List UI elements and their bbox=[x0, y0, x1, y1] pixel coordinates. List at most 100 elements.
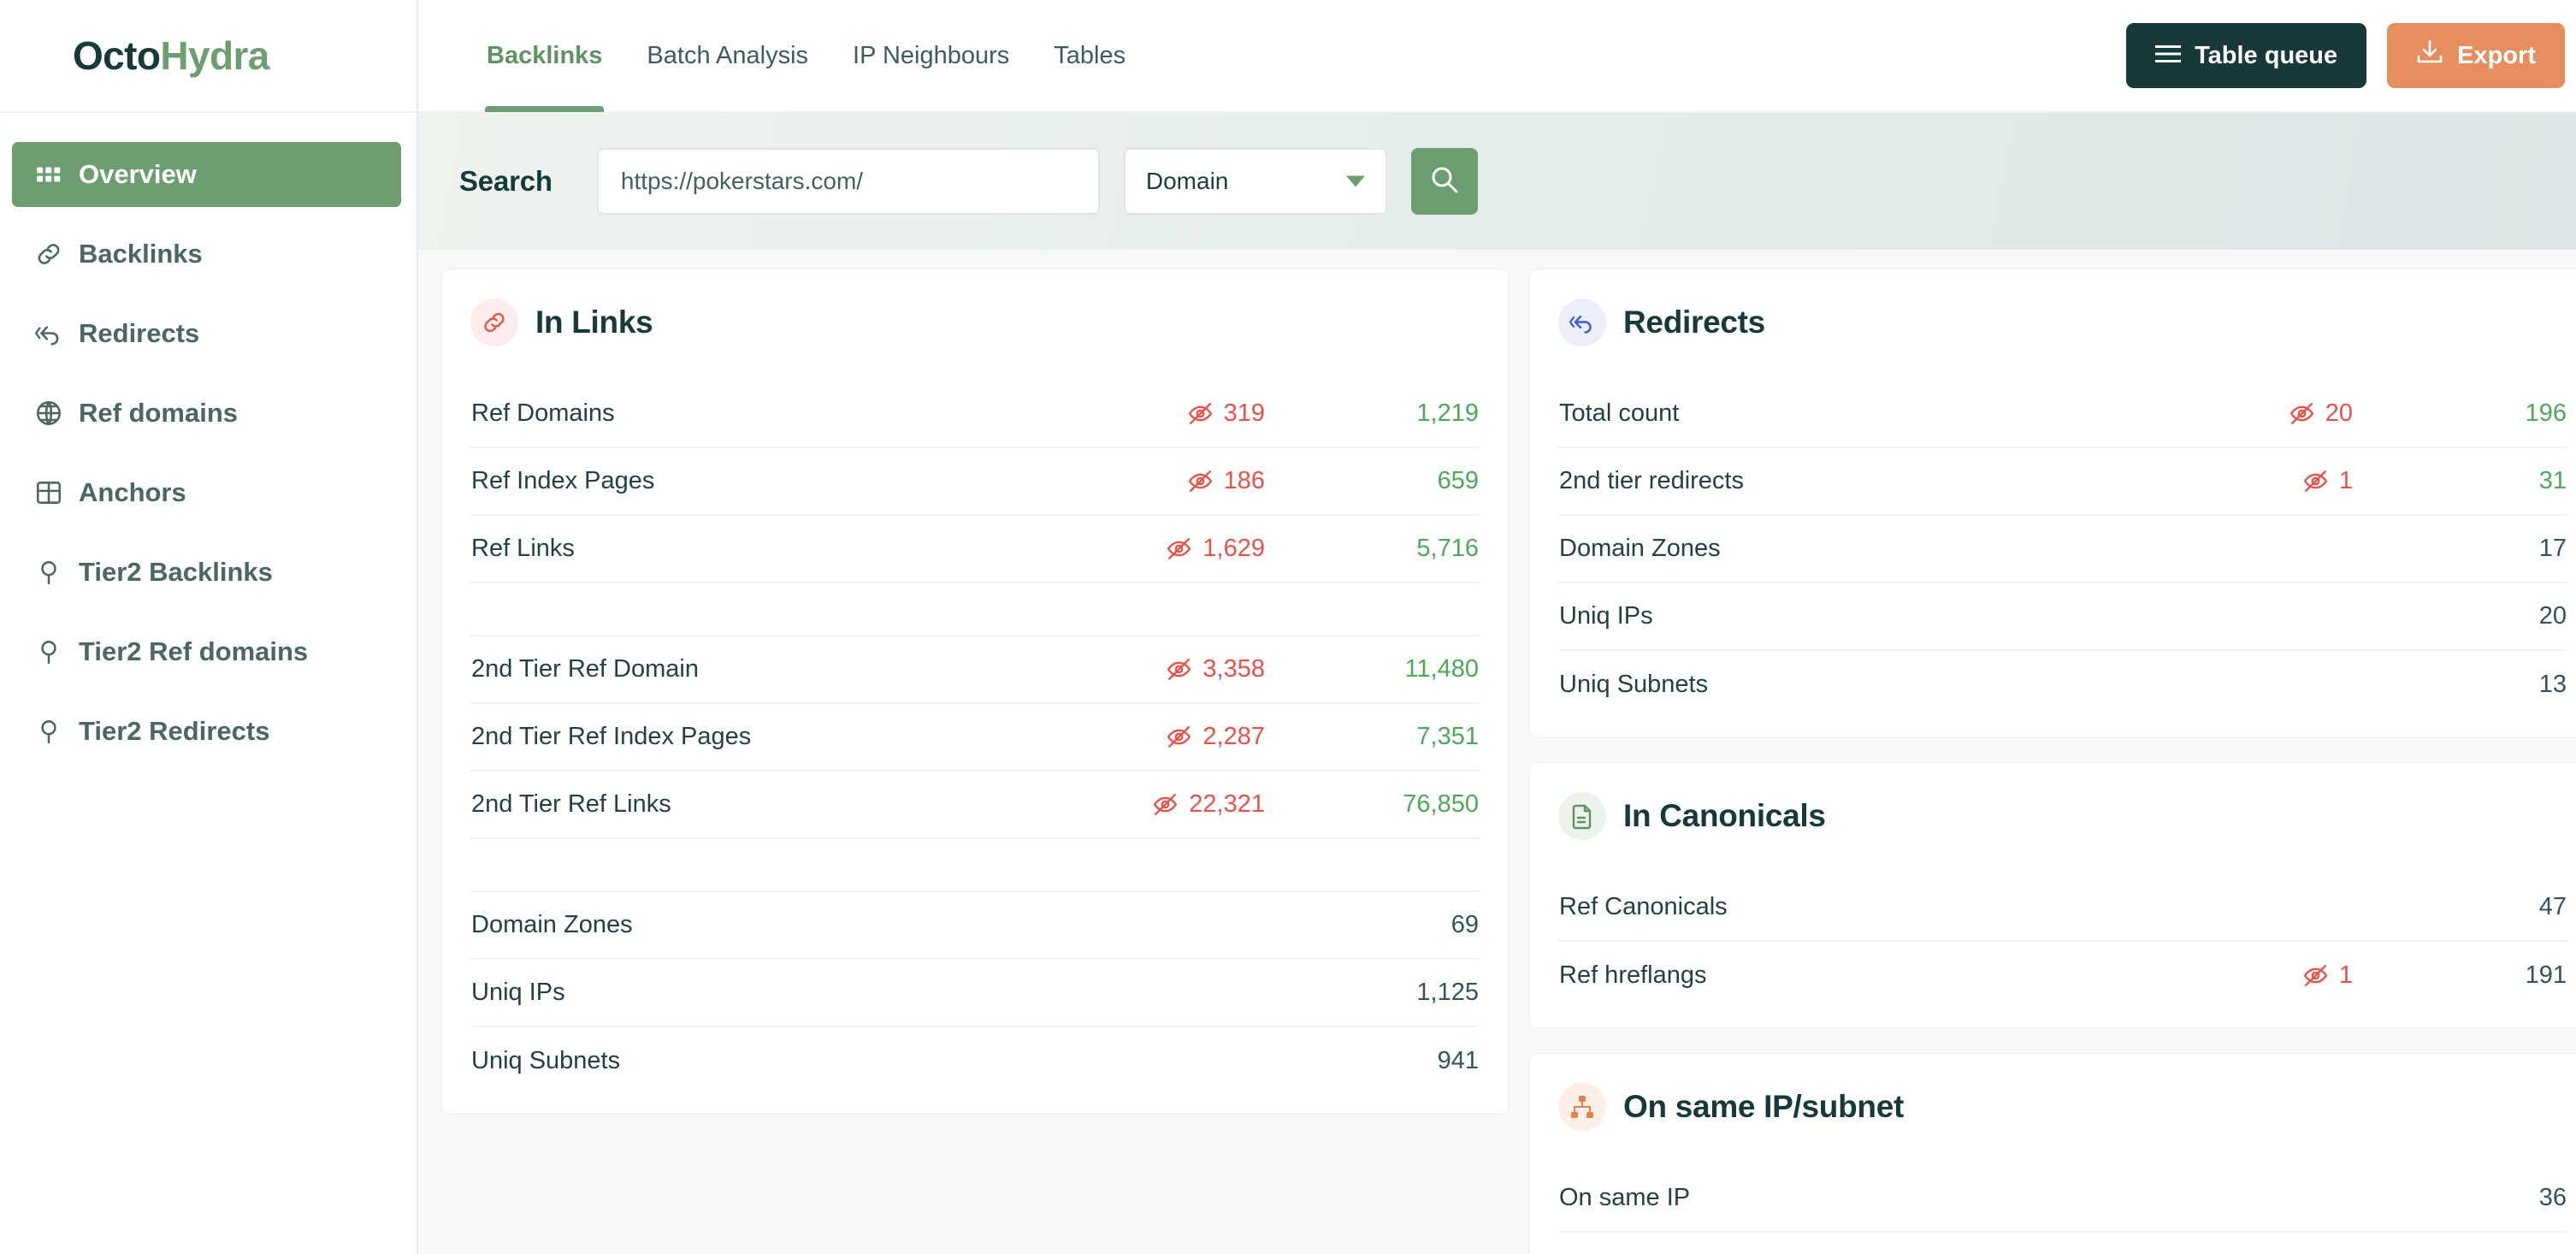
metric-hidden-group: 1 bbox=[2096, 961, 2353, 990]
table-queue-label: Table queue bbox=[2195, 41, 2338, 69]
metric-value: 659 bbox=[1437, 467, 1479, 494]
sidebar-item-label: Anchors bbox=[79, 477, 186, 507]
document-icon bbox=[1558, 792, 1606, 840]
card-in-canonicals: In Canonicals Ref Canonicals 47 Ref hreflan… bbox=[1529, 762, 2576, 1029]
sidebar-item-label: Tier2 Ref domains bbox=[79, 636, 309, 666]
main-area: Backlinks Batch Analysis IP Neighbours Tabl… bbox=[418, 0, 2576, 1254]
export-label: Export bbox=[2457, 41, 2536, 69]
app-root: OctoHydra Overview Backlinks Redirects Ref … bbox=[0, 0, 2576, 1254]
tab-batch-analysis[interactable]: Batch Analysis bbox=[624, 0, 830, 112]
metric-row: Ref Domains 319 1,219 bbox=[470, 381, 1480, 448]
metric-value: 76,850 bbox=[1403, 790, 1479, 818]
logo-part-two: Hydra bbox=[160, 33, 269, 78]
metric-value: 941 bbox=[1437, 1047, 1479, 1074]
card-in-links: In Links Ref Domains 319 1,219 Ref Index Pag… bbox=[441, 269, 1509, 1115]
tab-bar: Backlinks Batch Analysis IP Neighbours Tabl… bbox=[464, 0, 1148, 112]
metric-hidden-group: 186 bbox=[1008, 467, 1265, 495]
eye-slash-icon bbox=[1186, 399, 1214, 428]
metric-row: Ref Index Pages 186 659 bbox=[470, 448, 1480, 516]
card-rows: On same IP 36 On same IP subnet193,118 bbox=[1558, 1165, 2567, 1254]
hidden-count: 319 bbox=[1223, 399, 1265, 427]
card-rows: Ref Canonicals 47 Ref hreflangs 1 191 bbox=[1558, 874, 2567, 1009]
metric-row: Ref hreflangs 1 191 bbox=[1558, 942, 2567, 1009]
sidebar-item-backlinks[interactable]: Backlinks bbox=[0, 222, 417, 287]
metric-row: Uniq IPs 20 bbox=[1558, 583, 2567, 651]
sidebar-item-overview[interactable]: Overview bbox=[12, 142, 401, 207]
metric-label: Uniq Subnets bbox=[471, 1047, 621, 1074]
table-icon bbox=[34, 478, 63, 507]
search-icon bbox=[1429, 164, 1460, 199]
redirect-icon bbox=[34, 319, 63, 348]
tab-backlinks[interactable]: Backlinks bbox=[464, 0, 624, 112]
metric-label: 2nd Tier Ref Links bbox=[471, 790, 671, 818]
metric-row: Ref Links 1,629 5,716 bbox=[470, 516, 1480, 583]
table-queue-button[interactable]: Table queue bbox=[2126, 23, 2367, 88]
metric-label: 2nd tier redirects bbox=[1559, 467, 1744, 494]
search-input-value: https://pokerstars.com/ bbox=[620, 168, 864, 194]
tab-label: Batch Analysis bbox=[647, 41, 809, 69]
sitemap-icon bbox=[1558, 1083, 1606, 1131]
eye-slash-icon bbox=[2301, 961, 2330, 990]
metric-hidden-group: 319 bbox=[1008, 399, 1265, 428]
hidden-count: 186 bbox=[1223, 467, 1265, 494]
right-column: Redirects Total count 20 196 2nd tier redire… bbox=[1529, 269, 2576, 1254]
chevron-down-icon bbox=[1345, 175, 1365, 187]
sidebar-item-tier2-redirects[interactable]: Tier2 Redirects bbox=[0, 699, 417, 764]
sidebar-item-label: Backlinks bbox=[79, 239, 203, 269]
sidebar-item-redirects[interactable]: Redirects bbox=[0, 301, 417, 366]
eye-slash-icon bbox=[1186, 467, 1214, 495]
metric-row: 2nd Tier Ref Links 22,321 76,850 bbox=[470, 772, 1480, 839]
content-area: In Links Ref Domains 319 1,219 Ref Index Pag… bbox=[418, 250, 2576, 1254]
search-input[interactable]: https://pokerstars.com/ bbox=[596, 148, 1100, 215]
eye-slash-icon bbox=[1151, 790, 1179, 819]
metric-row: Uniq Subnets 941 bbox=[470, 1027, 1480, 1095]
metric-row: Domain Zones 17 bbox=[1558, 516, 2567, 583]
metric-row: 2nd tier redirects 1 31 bbox=[1558, 448, 2567, 516]
logo[interactable]: OctoHydra bbox=[0, 0, 417, 113]
metric-row: 2nd Tier Ref Domain 3,358 11,480 bbox=[470, 636, 1480, 704]
hidden-count: 1,629 bbox=[1202, 535, 1265, 562]
tab-label: Tables bbox=[1054, 41, 1126, 69]
metric-label: 2nd Tier Ref Index Pages bbox=[471, 723, 752, 750]
sidebar-item-ref-domains[interactable]: Ref domains bbox=[0, 381, 417, 446]
hidden-count: 1 bbox=[2338, 961, 2353, 989]
tab-ip-neighbours[interactable]: IP Neighbours bbox=[830, 0, 1031, 112]
card-title: On same IP/subnet bbox=[1623, 1089, 1904, 1124]
hamburger-icon bbox=[2155, 42, 2182, 70]
card-rows: Total count 20 196 2nd tier redirects 1 31 Dom… bbox=[1558, 381, 2567, 719]
tab-tables[interactable]: Tables bbox=[1031, 0, 1148, 112]
card-redirects: Redirects Total count 20 196 2nd tier redire… bbox=[1529, 269, 2576, 738]
search-label: Search bbox=[459, 165, 552, 197]
metric-label: Domain Zones bbox=[1559, 535, 1721, 562]
sidebar-item-tier2-backlinks[interactable]: Tier2 Backlinks bbox=[0, 540, 417, 605]
sidebar-item-label: Ref domains bbox=[79, 398, 239, 428]
metric-label: On same IP bbox=[1559, 1184, 1691, 1211]
hidden-count: 2,287 bbox=[1202, 723, 1265, 750]
redirect-icon bbox=[1558, 299, 1606, 346]
metric-value: 17 bbox=[2538, 535, 2567, 562]
row-spacer bbox=[470, 583, 1480, 636]
metric-row: On same IP subnet193,118 bbox=[1558, 1233, 2567, 1254]
eye-slash-icon bbox=[1165, 655, 1193, 683]
metric-label: Domain Zones bbox=[471, 911, 633, 938]
card-header: In Canonicals bbox=[1558, 792, 2567, 840]
metric-value: 7,351 bbox=[1416, 723, 1479, 750]
metric-label: Uniq Subnets bbox=[1559, 671, 1709, 698]
metric-value: 191 bbox=[2525, 961, 2567, 989]
tab-label: IP Neighbours bbox=[853, 41, 1010, 69]
export-button[interactable]: Export bbox=[2387, 23, 2565, 88]
metric-value: 31 bbox=[2538, 467, 2567, 494]
search-mode-select[interactable]: Domain bbox=[1123, 148, 1387, 215]
pin-icon bbox=[34, 717, 63, 746]
metric-value: 13 bbox=[2538, 671, 2567, 698]
link-icon bbox=[34, 240, 63, 269]
metric-value: 1,125 bbox=[1416, 979, 1479, 1006]
metric-value: 196 bbox=[2525, 399, 2567, 427]
search-submit-button[interactable] bbox=[1410, 148, 1478, 215]
sidebar-item-tier2-ref-domains[interactable]: Tier2 Ref domains bbox=[0, 619, 417, 684]
eye-slash-icon bbox=[2301, 467, 2330, 495]
hidden-count: 1 bbox=[2338, 467, 2353, 494]
sidebar-item-anchors[interactable]: Anchors bbox=[0, 460, 417, 525]
metric-value: 5,716 bbox=[1416, 535, 1479, 562]
topbar-actions: Table queue Export bbox=[2126, 23, 2565, 88]
